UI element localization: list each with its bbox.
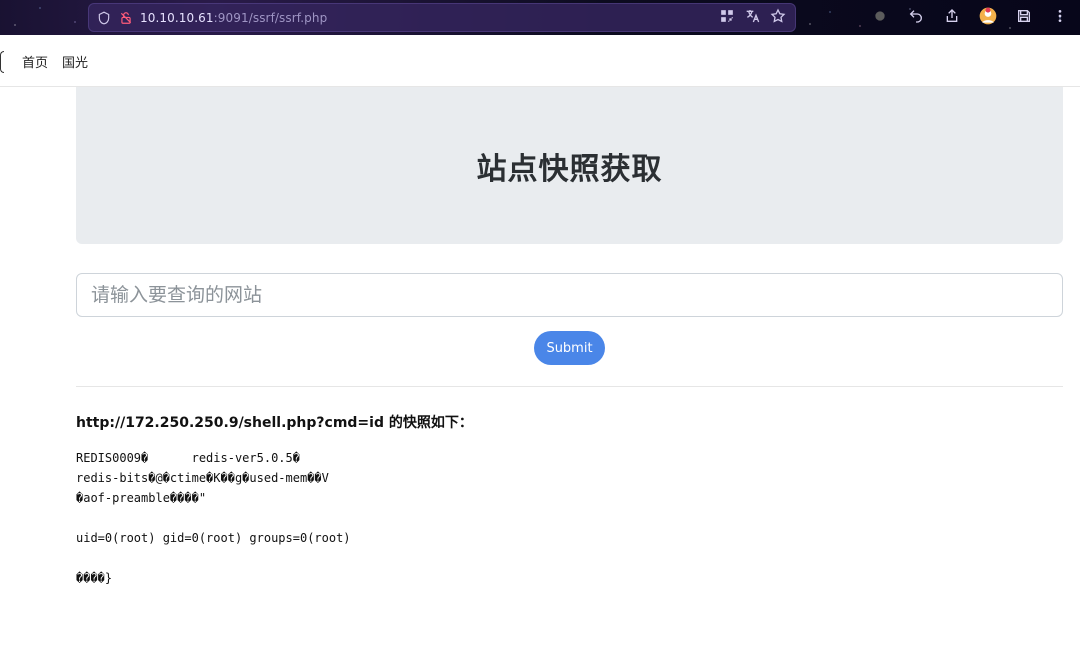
result-title: http://172.250.250.9/shell.php?cmd=id 的快… (76, 415, 473, 431)
output-line: �aof-preamble����" (76, 491, 207, 505)
site-nav: 首页 国光 (0, 35, 1080, 87)
nav-left-edge-indicator (0, 51, 4, 73)
output-line: REDIS0009� redis-ver5.0.5� (76, 451, 300, 465)
nav-guoguang-link[interactable]: 国光 (62, 52, 88, 71)
nav-links: 首页 国光 (22, 52, 88, 71)
save-icon[interactable] (1014, 6, 1034, 26)
shield-icon[interactable] (96, 10, 112, 26)
share-icon[interactable] (942, 6, 962, 26)
insecure-lock-icon[interactable] (118, 10, 134, 26)
browser-toolbar: 10.10.10.61 :9091/ssrf/ssrf.php (0, 0, 1080, 35)
qr-code-icon[interactable] (720, 9, 734, 27)
hero-banner: 站点快照获取 (76, 87, 1063, 244)
result-divider (76, 386, 1063, 387)
website-url-input[interactable] (76, 273, 1063, 317)
url-path: :9091/ssrf/ssrf.php (213, 10, 328, 25)
translate-icon[interactable] (744, 8, 760, 28)
url-text[interactable]: 10.10.10.61 :9091/ssrf/ssrf.php (140, 11, 327, 25)
output-line: uid=0(root) gid=0(root) groups=0(root) (76, 531, 351, 545)
address-bar[interactable]: 10.10.10.61 :9091/ssrf/ssrf.php (88, 3, 796, 32)
more-icon[interactable] (1050, 6, 1070, 26)
extension-dot-icon[interactable] (870, 6, 890, 26)
submit-wrap: Submit (76, 331, 1063, 365)
output-line: ����} (76, 571, 113, 585)
output-line: redis-bits�@�ctime�K��g�used-mem��V (76, 471, 329, 485)
toolbar-actions (870, 6, 1070, 26)
star-icon[interactable] (770, 8, 786, 28)
snapshot-form: Submit (76, 273, 1063, 365)
nav-home-link[interactable]: 首页 (22, 52, 48, 71)
undo-icon[interactable] (906, 6, 926, 26)
profile-icon[interactable] (978, 6, 998, 26)
page-title: 站点快照获取 (476, 151, 663, 187)
main-content: 站点快照获取 Submit http://172.250.250.9/shell… (76, 87, 1063, 588)
url-host: 10.10.10.61 (140, 10, 214, 25)
urlbar-right-icons (720, 8, 786, 28)
submit-button[interactable]: Submit (534, 331, 605, 365)
snapshot-output: REDIS0009� redis-ver5.0.5� redis-bits�@�… (76, 448, 1063, 588)
